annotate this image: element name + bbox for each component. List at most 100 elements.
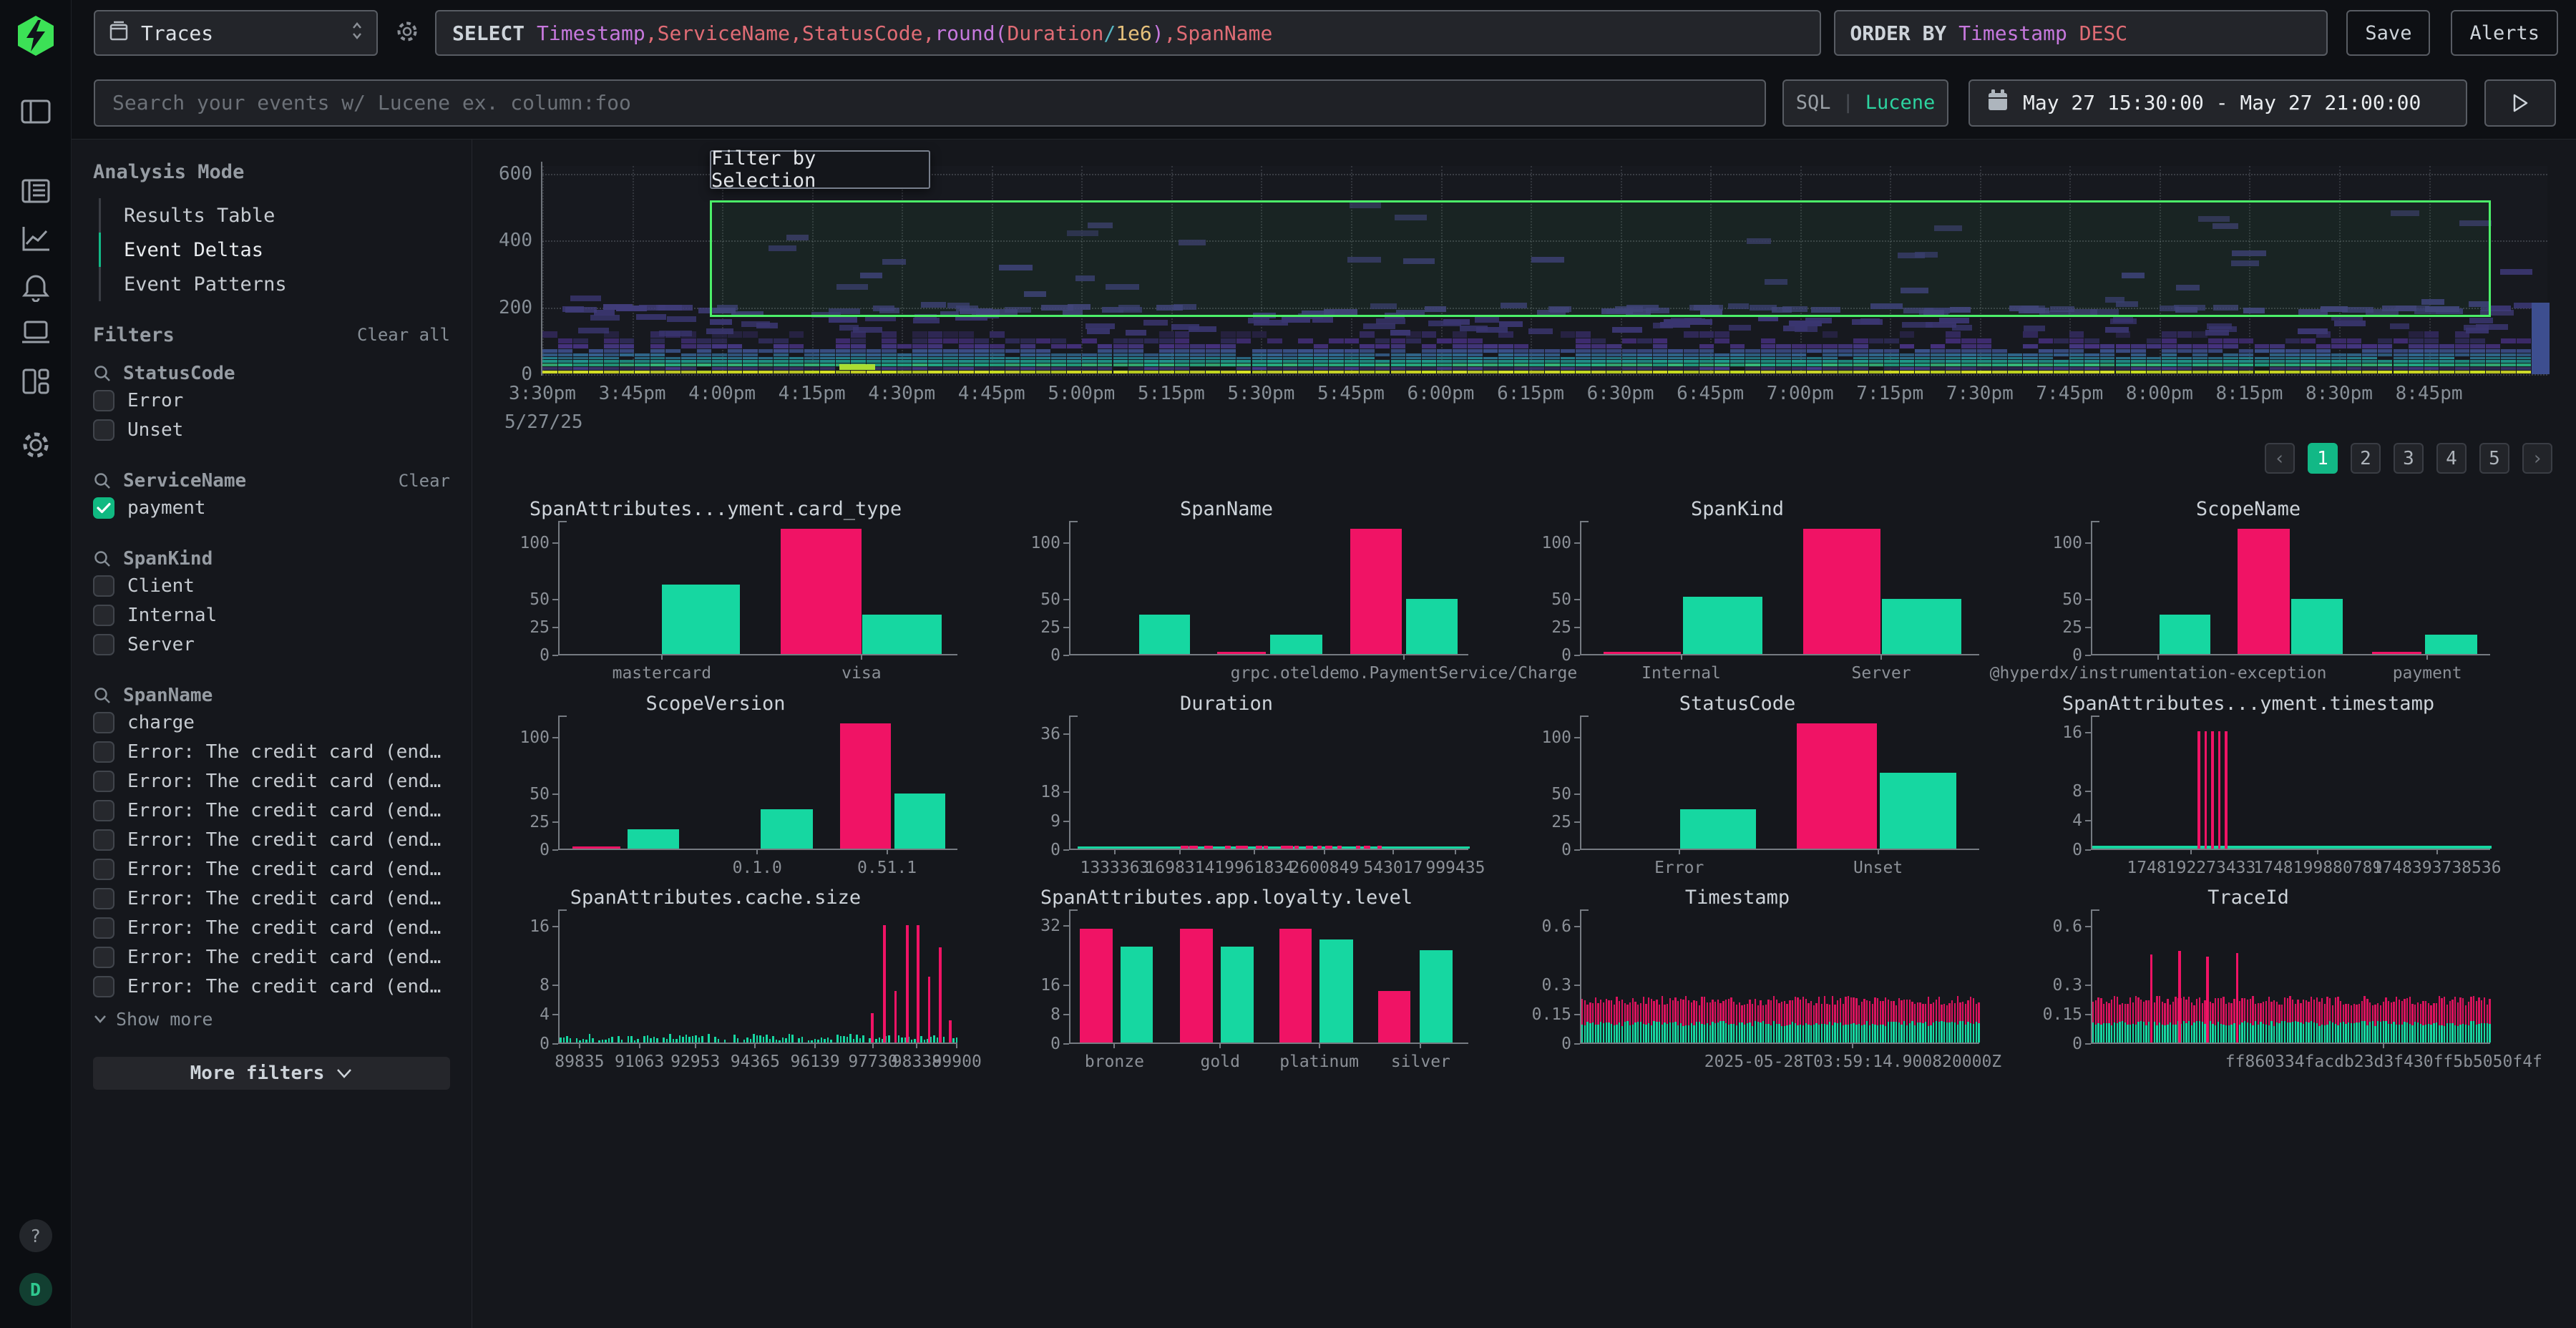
bar	[2291, 599, 2343, 654]
pagination-prev[interactable]: ‹	[2265, 443, 2295, 474]
checkbox[interactable]	[93, 634, 114, 655]
filter-option[interactable]: Unset	[93, 415, 450, 444]
dashboards-icon[interactable]	[21, 367, 51, 396]
chart-plot: 00.150.30.62025-05-28T03:59:14.900820000…	[1580, 915, 1979, 1044]
y-tick-label: 0	[540, 841, 550, 859]
checkbox[interactable]	[93, 419, 114, 441]
y-tick-label: 9	[1050, 812, 1060, 831]
chart-statuscode[interactable]: StatusCode02550100ErrorUnset	[1523, 688, 2034, 882]
checkbox[interactable]	[93, 712, 114, 733]
pagination-page-3[interactable]: 3	[2394, 443, 2424, 474]
checkbox[interactable]	[93, 390, 114, 411]
selection-rectangle[interactable]	[710, 200, 2491, 317]
chart-spanattributes-cache-size[interactable]: SpanAttributes.cache.size048168983591063…	[501, 882, 1012, 1077]
y-tick-label: 100	[519, 534, 550, 552]
source-select[interactable]: Traces	[94, 10, 378, 56]
sidebar-toggle-icon[interactable]	[20, 97, 52, 126]
chart-spankind[interactable]: SpanKind02550100InternalServer	[1523, 494, 2034, 688]
filter-by-selection-tooltip[interactable]: Filter by Selection	[710, 150, 930, 189]
checkbox[interactable]	[93, 829, 114, 851]
checkbox[interactable]	[93, 888, 114, 909]
filter-option[interactable]: Error: The credit card (end…	[93, 942, 450, 972]
pagination-page-1[interactable]: 1	[2308, 443, 2338, 474]
checkbox[interactable]	[93, 800, 114, 821]
lucene-toggle[interactable]: Lucene	[1865, 92, 1936, 114]
checkbox[interactable]	[93, 771, 114, 792]
x-tick-label: ff860334facdb23d3f430ff5b5050f4f	[2225, 1053, 2542, 1071]
alerts-button[interactable]: Alerts	[2451, 10, 2558, 56]
chart-traceid[interactable]: TraceId00.150.30.6ff860334facdb23d3f430f…	[2034, 882, 2545, 1077]
select-query-input[interactable]: SELECT Timestamp,ServiceName,StatusCode,…	[435, 10, 1821, 56]
bar	[1221, 947, 1253, 1043]
filter-option[interactable]: payment	[93, 493, 450, 522]
checkbox[interactable]	[93, 917, 114, 939]
filter-option[interactable]: Error	[93, 386, 450, 415]
checkbox[interactable]	[93, 741, 114, 763]
checkbox[interactable]	[93, 976, 114, 997]
alerts-bell-icon[interactable]	[21, 272, 50, 302]
save-button[interactable]: Save	[2346, 10, 2430, 56]
analysis-mode-item-event-patterns[interactable]: Event Patterns	[99, 267, 450, 301]
filter-option[interactable]: Server	[93, 630, 450, 659]
spike	[928, 977, 931, 1043]
chart-spanattributes-yment-timestamp[interactable]: SpanAttributes...yment.timestamp04816174…	[2034, 688, 2545, 882]
y-tick-label: 50	[530, 785, 550, 804]
chart-duration[interactable]: Duration09183613333631698314199618342600…	[1012, 688, 1523, 882]
filter-option[interactable]: Error: The credit card (end…	[93, 766, 450, 796]
x-tick-label: 1748393738536	[2373, 859, 2502, 877]
filter-option[interactable]: charge	[93, 708, 450, 737]
source-settings-gear-icon[interactable]	[395, 19, 419, 47]
pagination-page-5[interactable]: 5	[2479, 443, 2509, 474]
hyperdx-logo[interactable]	[14, 14, 57, 57]
more-filters-button[interactable]: More filters	[93, 1057, 450, 1090]
analysis-mode-item-results-table[interactable]: Results Table	[99, 198, 450, 233]
language-toggle[interactable]: SQL | Lucene	[1782, 79, 1948, 127]
filter-option-label: Error: The credit card (end…	[127, 976, 441, 997]
filter-option[interactable]: Error: The credit card (end…	[93, 972, 450, 1001]
sql-toggle[interactable]: SQL	[1796, 92, 1831, 114]
show-more-link[interactable]: Show more	[93, 1007, 450, 1031]
pagination-page-4[interactable]: 4	[2436, 443, 2467, 474]
checkbox[interactable]	[93, 947, 114, 968]
chart-scopename[interactable]: ScopeName02550100@hyperdx/instrumentatio…	[2034, 494, 2545, 688]
filter-option-label: Client	[127, 575, 195, 597]
search-logs-icon[interactable]	[21, 177, 51, 205]
checkbox[interactable]	[93, 859, 114, 880]
filter-option[interactable]: Error: The credit card (end…	[93, 737, 450, 766]
chart-spanattributes-app-loyalty-level[interactable]: SpanAttributes.app.loyalty.level081632br…	[1012, 882, 1523, 1077]
timeline-x-tick: 7:45pm	[2036, 383, 2103, 404]
filter-option[interactable]: Error: The credit card (end…	[93, 825, 450, 854]
timeline-x-tick: 7:15pm	[1856, 383, 1923, 404]
filter-option[interactable]: Error: The credit card (end…	[93, 884, 450, 913]
order-by-input[interactable]: ORDER BY Timestamp DESC	[1834, 10, 2328, 56]
chart-timestamp[interactable]: Timestamp00.150.30.62025-05-28T03:59:14.…	[1523, 882, 2034, 1077]
analysis-mode-item-event-deltas[interactable]: Event Deltas	[99, 233, 450, 267]
checkbox[interactable]	[93, 605, 114, 626]
clear-link[interactable]: Clear	[399, 471, 450, 491]
filter-option[interactable]: Error: The credit card (end…	[93, 913, 450, 942]
checkbox[interactable]	[93, 575, 114, 597]
help-button[interactable]: ?	[19, 1219, 52, 1252]
sessions-laptop-icon[interactable]	[20, 319, 52, 346]
pagination-page-2[interactable]: 2	[2351, 443, 2381, 474]
run-query-button[interactable]	[2484, 79, 2556, 127]
chart-scopeversion[interactable]: ScopeVersion025501000.1.00.51.1	[501, 688, 1012, 882]
filter-option[interactable]: Error: The credit card (end…	[93, 796, 450, 825]
chart-spanname[interactable]: SpanName02550100grpc.oteldemo.PaymentSer…	[1012, 494, 1523, 688]
checkbox[interactable]	[93, 497, 114, 519]
chart-plot: 025501000.1.00.51.1	[558, 721, 957, 850]
filter-option[interactable]: Error: The credit card (end…	[93, 854, 450, 884]
filter-option[interactable]: Client	[93, 571, 450, 600]
date-range-picker[interactable]: May 27 15:30:00 - May 27 21:00:00	[1968, 79, 2467, 127]
search-input[interactable]	[94, 79, 1766, 127]
events-timeline-chart[interactable]: Filter by Selection 0200400600 3:30pm3:4…	[472, 140, 2576, 454]
pagination-next[interactable]: ›	[2522, 443, 2552, 474]
avatar[interactable]: D	[19, 1273, 52, 1306]
clear-all-link[interactable]: Clear all	[357, 325, 450, 345]
y-tick-label: 100	[2052, 534, 2082, 552]
timeline-plot[interactable]	[542, 166, 2547, 374]
chart-spanattributes-yment-card-type[interactable]: SpanAttributes...yment.card_type02550100…	[501, 494, 1012, 688]
chart-explorer-icon[interactable]	[21, 224, 51, 253]
settings-gear-icon[interactable]	[20, 429, 52, 461]
filter-option[interactable]: Internal	[93, 600, 450, 630]
